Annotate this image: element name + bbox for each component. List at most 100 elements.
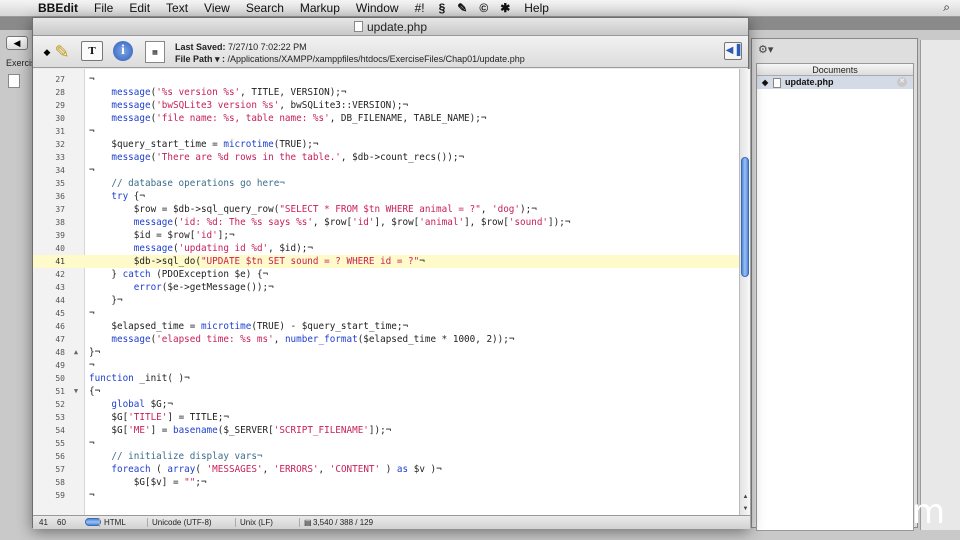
code-line[interactable]: 43 error($e->getMessage());¬	[33, 281, 739, 294]
menu-edit[interactable]: Edit	[121, 1, 158, 15]
code-line[interactable]: 34 ¬	[33, 164, 739, 177]
menu-help[interactable]: Help	[516, 1, 557, 15]
code-text: $db->sql_do("UPDATE $tn SET sound = ? WH…	[89, 256, 425, 267]
code-line[interactable]: 32 $query_start_time = microtime(TRUE);¬	[33, 138, 739, 151]
code-line[interactable]: 49 ¬	[33, 359, 739, 372]
file-path-value: /Applications/XAMPP/xamppfiles/htdocs/Ex…	[227, 54, 525, 64]
document-item[interactable]: ◆ update.php ✕	[757, 76, 913, 89]
menu-app[interactable]: BBEdit	[30, 1, 86, 15]
drawer-gear-icon[interactable]: ⚙▾	[758, 43, 773, 56]
code-text: }¬	[89, 295, 123, 306]
line-number-label: 32	[55, 140, 65, 149]
documents-drawer: ⚙▾ Documents ◆ update.php ✕	[751, 38, 918, 531]
code-line[interactable]: 37 $row = $db->sql_query_row("SELECT * F…	[33, 203, 739, 216]
code-line[interactable]: 28 message('%s version %s', TITLE, VERSI…	[33, 86, 739, 99]
code-line[interactable]: 55 ¬	[33, 437, 739, 450]
menu-shebang[interactable]: #!	[407, 1, 433, 15]
code-line[interactable]: 44 }¬	[33, 294, 739, 307]
scripts-menu-icon[interactable]: §	[433, 1, 452, 15]
column-number: 60	[57, 518, 66, 527]
line-endings-selector[interactable]: Unix (LF)	[235, 518, 273, 527]
code-line[interactable]: 46 $elapsed_time = microtime(TRUE) - $qu…	[33, 320, 739, 333]
code-text: ¬	[89, 165, 95, 176]
code-line[interactable]: 36 try {¬	[33, 190, 739, 203]
language-selector[interactable]: HTML	[99, 518, 126, 527]
navigation-arrows-icon[interactable]: ◀▐	[724, 42, 742, 60]
code-line[interactable]: 53 $G['TITLE'] = TITLE;¬	[33, 411, 739, 424]
spotlight-search-icon[interactable]: ⌕	[943, 0, 950, 15]
code-text: message('There are %d rows in the table.…	[111, 152, 465, 163]
code-line[interactable]: 30 message('file name: %s, table name: %…	[33, 112, 739, 125]
code-line[interactable]: 39 $id = $row['id'];¬	[33, 229, 739, 242]
clippings-menu-icon[interactable]: ✎	[451, 1, 473, 15]
code-text: message('bwSQLite3 version %s', bwSQLite…	[111, 100, 409, 111]
encoding-selector[interactable]: Unicode (UTF-8)	[147, 518, 212, 527]
code-line[interactable]: 52 global $G;¬	[33, 398, 739, 411]
code-line[interactable]: 56 // initialize display vars¬	[33, 450, 739, 463]
window-title: update.php	[366, 20, 428, 34]
info-icon[interactable]: i	[113, 41, 133, 61]
file-path-label[interactable]: File Path ▾ :	[175, 54, 225, 64]
document-stats-icon-small[interactable]: ▤	[299, 518, 312, 527]
line-number-label: 51	[55, 387, 65, 396]
code-line[interactable]: 58 $G[$v] = "";¬	[33, 476, 739, 489]
line-number-label: 48	[55, 348, 65, 357]
code-text: ¬	[89, 308, 95, 319]
back-button[interactable]: ◀	[6, 36, 28, 50]
code-line[interactable]: 40 message('updating id %d', $id);¬	[33, 242, 739, 255]
code-line[interactable]: 38 message('id: %d: The %s says %s', $ro…	[33, 216, 739, 229]
line-number-label: 56	[55, 452, 65, 461]
code-line[interactable]: 48 ▲ }¬	[33, 346, 739, 359]
code-text: // initialize display vars¬	[89, 451, 263, 462]
code-text: ¬	[89, 74, 95, 85]
code-line[interactable]: 27 ¬	[33, 73, 739, 86]
fold-triangle-icon[interactable]: ▼	[71, 385, 81, 398]
vertical-scroll-thumb[interactable]	[741, 157, 749, 277]
menu-view[interactable]: View	[196, 1, 238, 15]
documents-list: Documents ◆ update.php ✕	[756, 63, 914, 531]
code-text: $query_start_time = microtime(TRUE);¬	[89, 139, 319, 150]
line-number-label: 30	[55, 114, 65, 123]
menu-search[interactable]: Search	[238, 1, 292, 15]
scroll-arrows-icon[interactable]: ▲ ▼	[740, 491, 751, 515]
code-line[interactable]: 41 $db->sql_do("UPDATE $tn SET sound = ?…	[33, 255, 739, 268]
file-proxy-icon[interactable]	[353, 21, 363, 32]
code-line[interactable]: 29 message('bwSQLite3 version %s', bwSQL…	[33, 99, 739, 112]
code-editor[interactable]: 27 ¬ 28 message('%s version %s', TITLE, VE…	[33, 69, 739, 515]
code-text: message('updating id %d', $id);¬	[133, 243, 313, 254]
code-line[interactable]: 57 foreach ( array( 'MESSAGES', 'ERRORS'…	[33, 463, 739, 476]
close-document-icon[interactable]: ✕	[897, 77, 907, 87]
code-line[interactable]: 31 ¬	[33, 125, 739, 138]
code-line[interactable]: 33 message('There are %d rows in the tab…	[33, 151, 739, 164]
menu-text[interactable]: Text	[158, 1, 196, 15]
code-line[interactable]: 35 // database operations go here¬	[33, 177, 739, 190]
php-file-icon	[773, 78, 781, 88]
gear-menu-icon[interactable]: ✱	[494, 1, 516, 15]
code-line[interactable]: 51 ▼ {¬	[33, 385, 739, 398]
line-number-label: 52	[55, 400, 65, 409]
code-line[interactable]: 50 function _init( )¬	[33, 372, 739, 385]
code-text: foreach ( array( 'MESSAGES', 'ERRORS', '…	[111, 464, 442, 475]
code-line[interactable]: 59 ¬	[33, 489, 739, 502]
editor-toolbar: ◆ ✎ T i ▦ Last Saved: 7/27/10 7:02:22 PM…	[33, 36, 748, 68]
code-line[interactable]: 47 message('elapsed time: %s ms', number…	[33, 333, 739, 346]
pencil-icon[interactable]: ✎	[51, 41, 73, 63]
fold-triangle-icon[interactable]: ▲	[71, 346, 81, 359]
text-options-icon[interactable]: T	[81, 41, 103, 61]
code-line[interactable]: 54 $G['ME'] = basename($_SERVER['SCRIPT_…	[33, 424, 739, 437]
code-line[interactable]: 42 } catch (PDOException $e) {¬	[33, 268, 739, 281]
document-item-label: update.php	[785, 77, 834, 87]
line-number-label: 28	[55, 88, 65, 97]
window-titlebar[interactable]: update.php	[33, 18, 748, 36]
line-number-label: 50	[55, 374, 65, 383]
c-menu-icon[interactable]: ©	[473, 1, 494, 15]
menu-window[interactable]: Window	[348, 1, 407, 15]
code-text: }¬	[89, 347, 101, 358]
background-window-edge	[920, 40, 960, 530]
menu-markup[interactable]: Markup	[292, 1, 348, 15]
code-line[interactable]: 45 ¬	[33, 307, 739, 320]
vertical-scrollbar[interactable]: ▲ ▼	[739, 69, 750, 515]
menu-file[interactable]: File	[86, 1, 121, 15]
document-stats-icon[interactable]: ▦	[145, 41, 165, 63]
code-text: $id = $row['id'];¬	[89, 230, 235, 241]
